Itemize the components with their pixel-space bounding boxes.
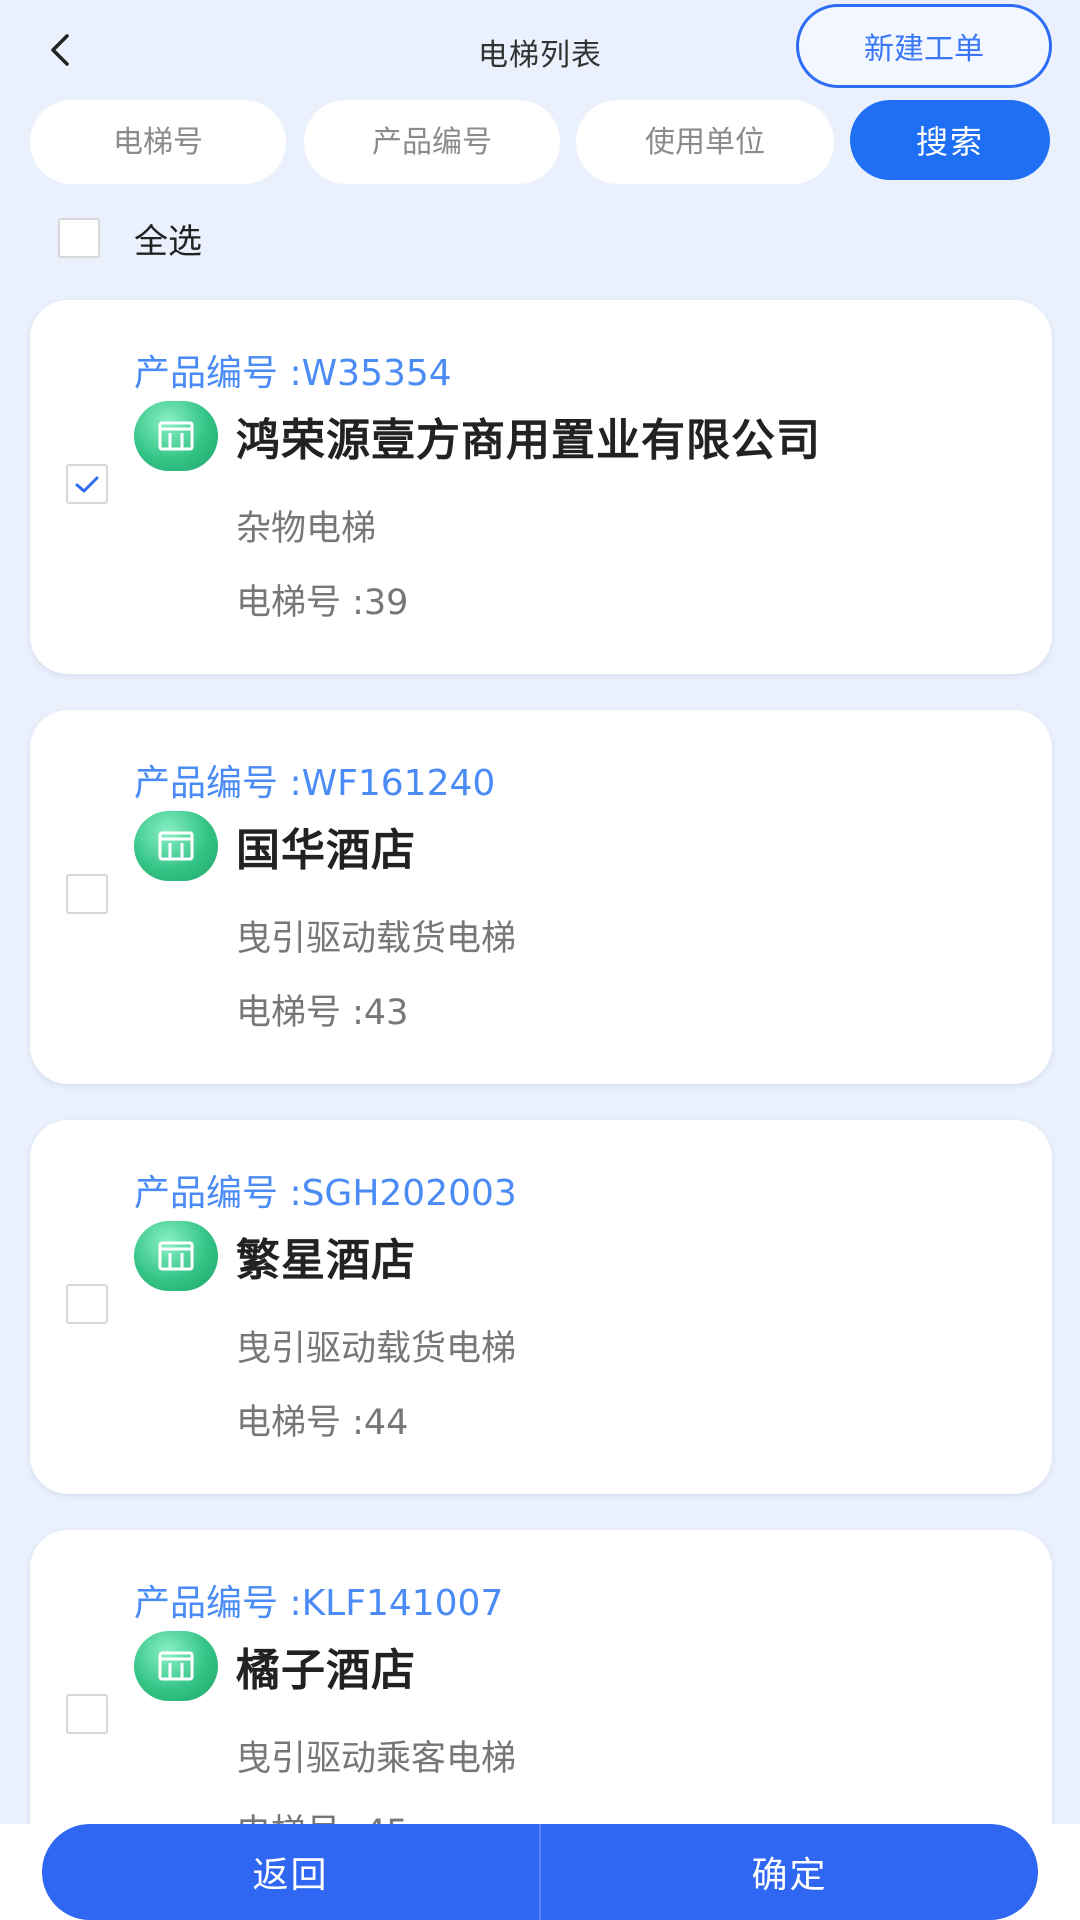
elevator-no-input[interactable] <box>30 100 286 184</box>
elevator-type: 曳引驱动载货电梯 <box>236 919 517 959</box>
elevator-number: 电梯号 :44 <box>236 1403 409 1443</box>
product-code: 产品编号 :KLF141007 <box>134 1583 504 1624</box>
elevator-checkbox[interactable] <box>66 1284 108 1324</box>
select-all-label: 全选 <box>134 221 202 262</box>
company-name: 国华酒店 <box>236 825 416 876</box>
company-row: 橘子酒店 <box>134 1628 416 1704</box>
company-name: 橘子酒店 <box>236 1645 416 1696</box>
user-unit-input[interactable] <box>576 100 834 184</box>
company-row: 鸿荣源壹方商用置业有限公司 <box>134 398 821 474</box>
company-name: 繁星酒店 <box>236 1235 416 1286</box>
elevator-checkbox[interactable] <box>66 1694 108 1734</box>
header: 电梯列表 新建工单 <box>0 0 1080 100</box>
elevator-type: 曳引驱动乘客电梯 <box>236 1739 517 1779</box>
elevator-checkbox[interactable] <box>66 464 108 504</box>
building-icon <box>134 811 218 881</box>
elevator-card[interactable]: 产品编号 :W35354 鸿荣源壹方商用置业有限公司 杂物电梯 电梯号 :39 <box>30 300 1052 674</box>
elevator-card[interactable]: 产品编号 :WF161240 国华酒店 曳引驱动载货电梯 电梯号 :43 <box>30 710 1052 1084</box>
elevator-number: 电梯号 :39 <box>236 583 409 623</box>
search-bar: 搜索 <box>0 100 1080 184</box>
bottom-action-buttons: 返回 确定 <box>42 1824 1038 1920</box>
confirm-button[interactable]: 确定 <box>539 1824 1038 1920</box>
product-code: 产品编号 :SGH202003 <box>134 1173 517 1214</box>
company-name: 鸿荣源壹方商用置业有限公司 <box>236 415 821 466</box>
select-all-checkbox[interactable] <box>58 218 100 258</box>
product-code: 产品编号 :W35354 <box>134 353 452 394</box>
select-all-row: 全选 <box>58 218 202 262</box>
building-icon <box>134 1631 218 1701</box>
building-icon <box>134 1221 218 1291</box>
elevator-checkbox[interactable] <box>66 874 108 914</box>
check-icon <box>75 476 99 493</box>
product-code: 产品编号 :WF161240 <box>134 763 496 804</box>
back-action-button[interactable]: 返回 <box>42 1824 539 1920</box>
search-button[interactable]: 搜索 <box>850 100 1050 180</box>
building-icon <box>134 401 218 471</box>
company-row: 繁星酒店 <box>134 1218 416 1294</box>
elevator-number: 电梯号 :43 <box>236 993 409 1033</box>
elevator-card[interactable]: 产品编号 :SGH202003 繁星酒店 曳引驱动载货电梯 电梯号 :44 <box>30 1120 1052 1494</box>
new-order-button[interactable]: 新建工单 <box>796 4 1052 88</box>
elevator-type: 曳引驱动载货电梯 <box>236 1329 517 1369</box>
company-row: 国华酒店 <box>134 808 416 884</box>
product-code-input[interactable] <box>304 100 560 184</box>
elevator-type: 杂物电梯 <box>236 509 377 549</box>
elevator-list-page: 电梯列表 新建工单 搜索 全选 产品编号 :W35354 <box>0 0 1080 1920</box>
